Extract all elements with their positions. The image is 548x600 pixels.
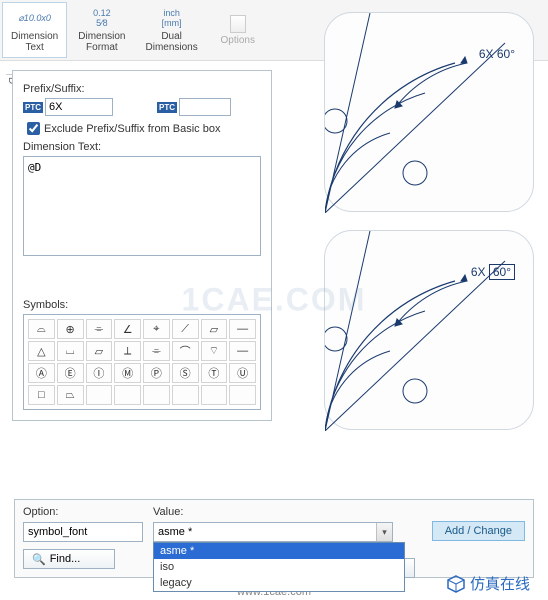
prefix-input[interactable]: [45, 98, 113, 116]
label: Dual: [161, 31, 182, 42]
option-field[interactable]: [23, 522, 143, 542]
option-bar: Option: 🔍 Find... Value: ▾ asme *isolega…: [14, 499, 534, 578]
dual-dimensions-icon: inch[mm]: [162, 7, 182, 29]
options-icon: [230, 15, 246, 33]
add-change-button[interactable]: Add / Change: [432, 521, 525, 541]
cube-icon: [446, 574, 466, 594]
label: Options: [221, 35, 255, 46]
label: Dimensions: [146, 42, 198, 53]
symbol-button[interactable]: △: [28, 341, 55, 361]
symbol-button[interactable]: Ⓜ: [114, 363, 141, 383]
ptc-badge-icon: PTC: [23, 102, 43, 113]
symbol-button[interactable]: ⊕: [57, 319, 84, 339]
dimension-format-icon: 0.125⁄8: [93, 7, 111, 29]
dual-dimensions-button[interactable]: inch[mm] DualDimensions: [137, 2, 207, 58]
symbol-button[interactable]: Ⓤ: [229, 363, 256, 383]
dropdown-item[interactable]: iso: [154, 559, 404, 575]
symbol-button[interactable]: [143, 385, 170, 405]
symbols-palette: ⌓⊕⌯∠⌖⟋▱—△⌴⏥⟂⌯⌒⌔—ⒶⒺⒾⓂⓅⓈⓉⓊ□⏢: [23, 314, 261, 410]
symbol-button[interactable]: ⌒: [172, 341, 199, 361]
brand-logo: 仿真在线: [446, 573, 530, 594]
value-label: Value:: [153, 506, 422, 518]
prefix-suffix-label: Prefix/Suffix:: [23, 83, 261, 95]
dimension-text-input[interactable]: @D: [23, 156, 261, 256]
symbol-button[interactable]: Ⓟ: [143, 363, 170, 383]
symbol-button[interactable]: [172, 385, 199, 405]
label: Dimension: [11, 31, 58, 42]
symbol-button[interactable]: Ⓔ: [57, 363, 84, 383]
symbol-button[interactable]: [86, 385, 113, 405]
dimension-text-panel: Prefix/Suffix: PTC PTC Exclude Prefix/Su…: [12, 70, 272, 421]
symbol-button[interactable]: —: [229, 341, 256, 361]
drawing-preview-top: 6X 60°: [324, 12, 534, 212]
symbol-button[interactable]: [229, 385, 256, 405]
symbol-button[interactable]: □: [28, 385, 55, 405]
logo-text: 仿真在线: [470, 573, 530, 594]
exclude-checkbox[interactable]: [27, 122, 40, 135]
symbol-button[interactable]: ⌯: [86, 319, 113, 339]
symbol-button[interactable]: Ⓐ: [28, 363, 55, 383]
dropdown-item[interactable]: legacy: [154, 575, 404, 591]
dimension-label: 6X 60°: [479, 47, 515, 61]
symbol-button[interactable]: ⟋: [172, 319, 199, 339]
option-label: Option:: [23, 506, 143, 518]
label: Dimension: [78, 31, 125, 42]
drawing-preview-bottom: 6X 60°: [324, 230, 534, 430]
dimension-format-button[interactable]: 0.125⁄8 DimensionFormat: [69, 2, 134, 58]
label: Text: [25, 42, 43, 53]
symbol-button[interactable]: ⏥: [86, 341, 113, 361]
symbol-button[interactable]: Ⓣ: [201, 363, 228, 383]
dropdown-toggle[interactable]: ▾: [376, 523, 392, 541]
symbol-button[interactable]: [114, 385, 141, 405]
find-label: Find...: [50, 553, 81, 565]
symbols-label: Symbols:: [23, 299, 261, 311]
dimension-text-button[interactable]: ⌀10.0x0 DimensionText: [2, 2, 67, 58]
label: Format: [86, 42, 118, 53]
symbol-button[interactable]: —: [229, 319, 256, 339]
symbol-button[interactable]: ⌔: [201, 341, 228, 361]
ptc-badge-icon: PTC: [157, 102, 177, 113]
find-button[interactable]: 🔍 Find...: [23, 549, 115, 569]
symbol-button[interactable]: Ⓢ: [172, 363, 199, 383]
dimension-text-label: Dimension Text:: [23, 141, 261, 153]
symbol-button[interactable]: [201, 385, 228, 405]
symbol-button[interactable]: ⏢: [57, 385, 84, 405]
magnifier-icon: 🔍: [32, 553, 46, 566]
dimension-label: 6X 60°: [471, 265, 515, 279]
suffix-input[interactable]: [179, 98, 231, 116]
dropdown-item[interactable]: asme *: [154, 543, 404, 559]
options-button[interactable]: Options: [209, 2, 267, 58]
symbol-button[interactable]: ⟂: [114, 341, 141, 361]
symbol-button[interactable]: ⌯: [143, 341, 170, 361]
symbol-button[interactable]: ⌖: [143, 319, 170, 339]
exclude-label: Exclude Prefix/Suffix from Basic box: [44, 123, 220, 135]
symbol-button[interactable]: ⌓: [28, 319, 55, 339]
value-input[interactable]: [153, 522, 393, 542]
symbol-button[interactable]: ⌴: [57, 341, 84, 361]
symbol-button[interactable]: Ⓘ: [86, 363, 113, 383]
symbol-button[interactable]: ∠: [114, 319, 141, 339]
symbol-button[interactable]: ▱: [201, 319, 228, 339]
value-dropdown: asme *isolegacy: [153, 542, 405, 592]
dimension-text-icon: ⌀10.0x0: [18, 7, 50, 29]
